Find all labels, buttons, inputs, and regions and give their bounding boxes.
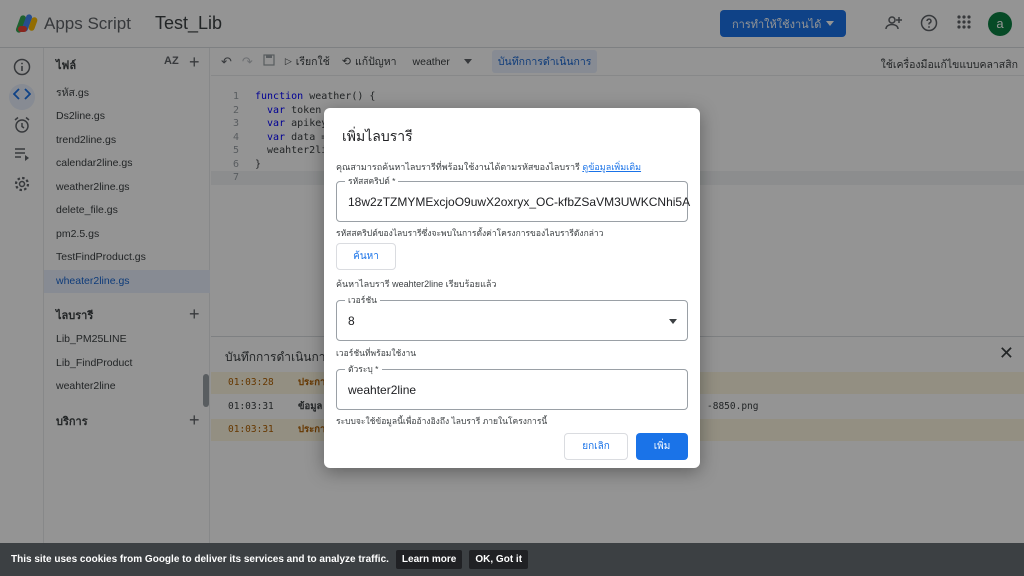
cookie-ok-button[interactable]: OK, Got it (469, 550, 529, 569)
library-found-status: ค้นหาไลบรารี weahter2line เรียบร้อยแล้ว (336, 279, 497, 289)
identifier-label: ตัวระบุ * (345, 364, 382, 375)
dialog-title: เพิ่มไลบรารี (342, 128, 413, 144)
add-library-dialog: เพิ่มไลบรารี คุณสามารถค้นหาไลบรารีที่พร้… (324, 108, 700, 468)
identifier-field[interactable]: ตัวระบุ * weahter2line (336, 364, 688, 410)
add-button[interactable]: เพิ่ม (636, 433, 688, 460)
identifier-input[interactable]: weahter2line (348, 383, 416, 397)
script-id-input[interactable]: 18w2zTZMYMExcjoO9uwX2oxryx_OC-kfbZSaVM3U… (348, 195, 690, 209)
version-select[interactable]: เวอร์ชัน 8 (336, 295, 688, 341)
chevron-down-icon (669, 319, 677, 324)
cookie-learn-more-button[interactable]: Learn more (395, 550, 463, 569)
cancel-button[interactable]: ยกเลิก (564, 433, 628, 460)
version-label: เวอร์ชัน (345, 295, 380, 306)
version-helper: เวอร์ชันที่พร้อมใช้งาน (336, 348, 417, 358)
learn-more-link[interactable]: ดูข้อมูลเพิ่มเติม (582, 162, 641, 172)
script-id-label: รหัสสคริปต์ * (345, 176, 399, 187)
script-id-field[interactable]: รหัสสคริปต์ * 18w2zTZMYMExcjoO9uwX2oxryx… (336, 176, 690, 222)
lookup-button[interactable]: ค้นหา (336, 243, 396, 270)
dialog-description: คุณสามารถค้นหาไลบรารีที่พร้อมใช้งานได้ตา… (336, 162, 642, 172)
cookie-text: This site uses cookies from Google to de… (11, 554, 389, 565)
version-value: 8 (348, 314, 355, 328)
script-id-helper: รหัสสคริปต์ของไลบรารีซึ่งจะพบในการตั้งค่… (336, 228, 604, 238)
identifier-helper: ระบบจะใช้ข้อมูลนี้เพื่ออ้างอิงถึง ไลบราร… (336, 416, 548, 426)
cookie-banner: This site uses cookies from Google to de… (0, 543, 1024, 576)
